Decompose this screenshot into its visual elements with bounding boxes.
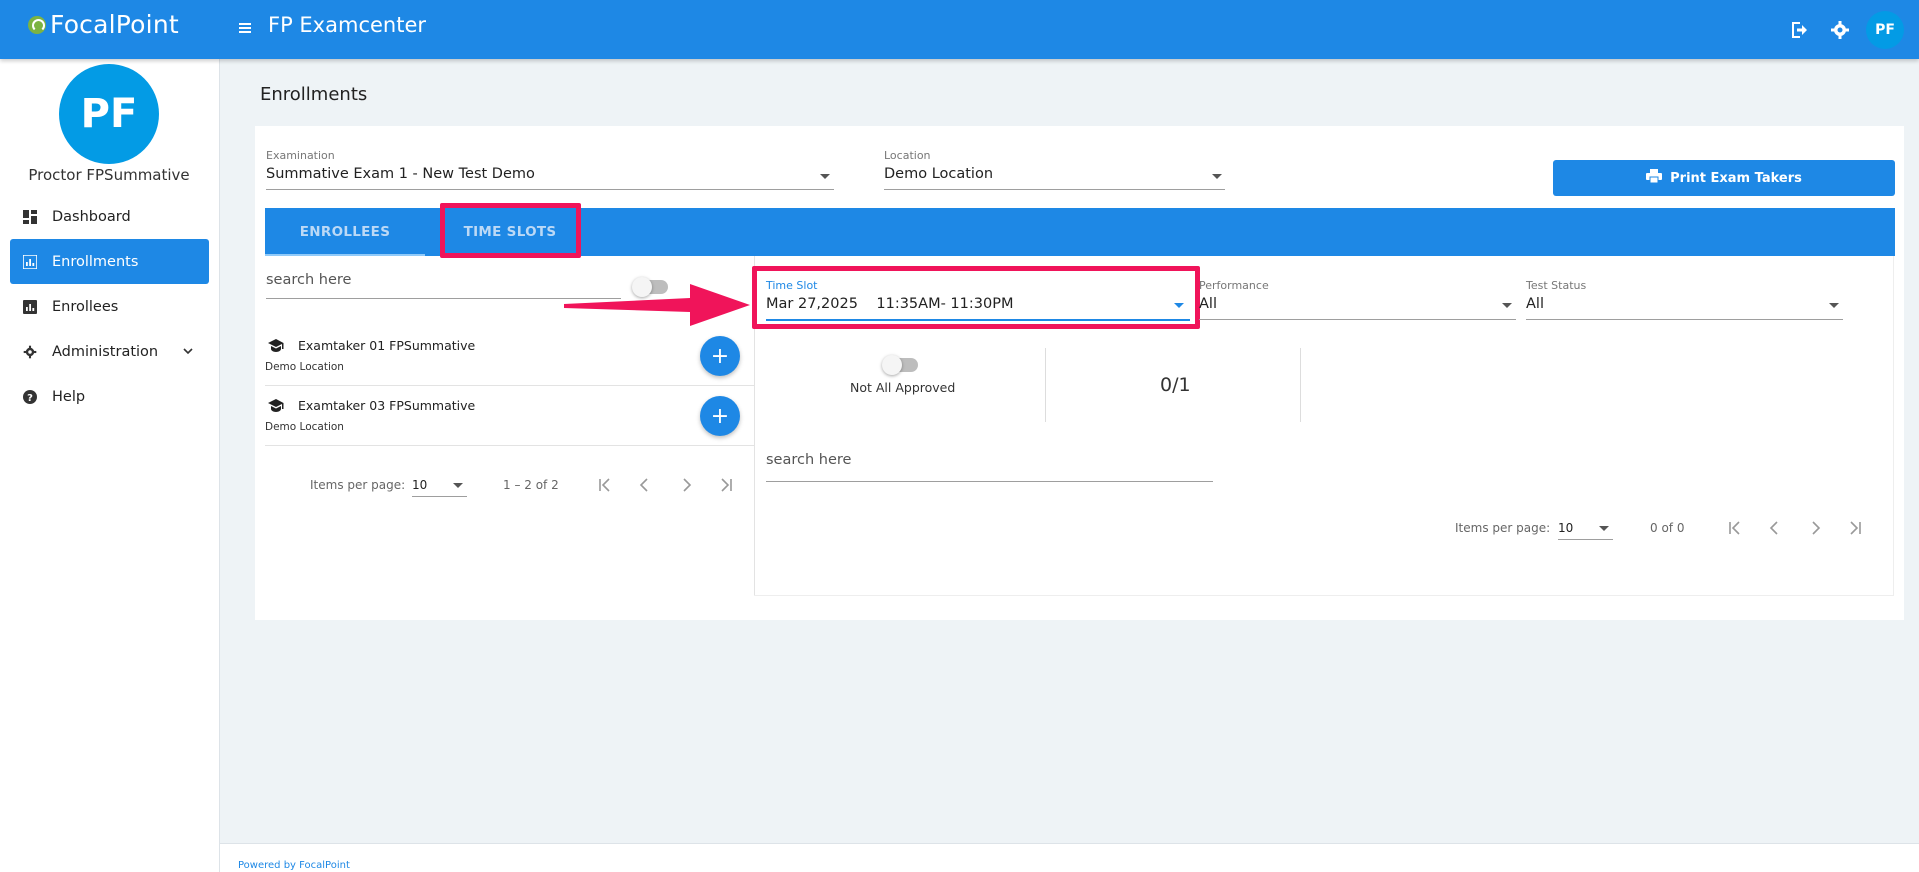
items-per-page-underline [1558,539,1613,540]
sidebar-item-label: Enrollments [52,253,139,270]
profile-name: Proctor FPSummative [28,166,190,184]
test-status-select[interactable]: All [1526,296,1544,312]
brand[interactable]: FocalPoint [28,10,179,39]
graduation-cap-icon [268,338,284,357]
sidebar-item-administration[interactable]: Administration [10,329,209,374]
location-select[interactable]: Demo Location [884,166,993,182]
sidebar-item-enrollments[interactable]: Enrollments [10,239,209,284]
print-exam-takers-button[interactable]: Print Exam Takers [1553,160,1895,196]
sidebar: PF Proctor FPSummative [0,59,220,872]
examination-label: Examination [266,149,335,162]
enrollee-name: Examtaker 03 FPSummative [298,398,476,413]
top-app-bar: FocalPoint FP Examcenter PF [0,0,1919,59]
dashboard-icon [22,209,38,225]
help-icon: ? [22,389,38,405]
sidebar-item-label: Enrollees [52,298,119,315]
items-per-page-dropdown-icon[interactable] [453,483,463,488]
app-title: FP Examcenter [268,13,427,37]
stat-divider [1300,348,1301,422]
enrollee-location: Demo Location [265,421,344,433]
sidebar-item-label: Help [52,388,86,405]
bar-chart-icon [22,299,38,315]
search-underline [766,481,1213,482]
items-per-page-label: Items per page: [1455,521,1551,535]
examination-select[interactable]: Summative Exam 1 - New Test Demo [266,166,535,182]
approval-count: 0/1 [1160,374,1191,396]
sidebar-item-label: Dashboard [52,208,131,225]
first-page-icon[interactable] [595,475,615,495]
time-slot-highlight [752,266,1200,329]
range-label: 1 – 2 of 2 [503,478,559,492]
range-label: 0 of 0 [1650,521,1685,535]
enrollee-location: Demo Location [265,361,344,373]
sidebar-item-dashboard[interactable]: Dashboard [10,194,209,239]
items-per-page-dropdown-icon[interactable] [1599,526,1609,531]
svg-text:?: ? [27,393,33,404]
footer: Powered by FocalPoint [220,843,1919,872]
first-page-icon[interactable] [1725,518,1745,538]
examination-underline [266,189,834,190]
user-avatar[interactable]: PF [1866,10,1904,49]
location-dropdown-icon[interactable] [1212,174,1222,179]
right-panel-bottom-border [754,595,1894,596]
items-per-page-select[interactable]: 10 [1558,521,1573,535]
logout-icon[interactable] [1788,18,1812,42]
previous-page-icon[interactable] [1765,518,1785,538]
printer-icon [1646,169,1663,187]
focalpoint-logo-icon [28,15,46,34]
profile-avatar: PF [59,64,159,164]
print-button-label: Print Exam Takers [1670,170,1802,186]
add-enrollee-button[interactable]: + [700,336,740,376]
list-item: Examtaker 01 FPSummative Demo Location + [265,326,754,386]
location-underline [884,189,1225,190]
performance-select[interactable]: All [1199,296,1217,312]
list-item: Examtaker 03 FPSummative Demo Location + [265,386,754,446]
tab-enrollees[interactable]: ENROLLEES [265,208,425,256]
sidebar-item-enrollees[interactable]: Enrollees [10,284,209,329]
items-per-page-select[interactable]: 10 [412,478,427,492]
approval-status-label: Not All Approved [850,380,956,395]
annotation-arrow [564,284,750,326]
stat-divider [1045,348,1046,422]
gear-icon[interactable] [1828,18,1852,42]
sidebar-item-help[interactable]: ? Help [10,374,209,419]
toggle-knob [882,355,902,375]
performance-dropdown-icon[interactable] [1502,303,1512,308]
gear-icon [22,344,38,360]
graduation-cap-icon [268,398,284,417]
right-panel-border [1893,256,1894,596]
location-label: Location [884,149,931,162]
next-page-icon[interactable] [1805,518,1825,538]
last-page-icon[interactable] [716,475,736,495]
brand-name: FocalPoint [50,10,179,39]
add-enrollee-button[interactable]: + [700,396,740,436]
performance-underline [1199,319,1516,320]
performance-label: Performance [1199,279,1269,292]
items-per-page-underline [412,496,467,497]
approval-toggle[interactable] [882,355,918,375]
enrollee-search-input[interactable]: search here [266,272,351,288]
enrollee-name: Examtaker 01 FPSummative [298,338,476,353]
next-page-icon[interactable] [676,475,696,495]
time-slots-tab-highlight [440,203,581,258]
chevron-down-icon[interactable] [183,344,193,360]
last-page-icon[interactable] [1845,518,1865,538]
test-status-dropdown-icon[interactable] [1829,303,1839,308]
test-status-label: Test Status [1526,279,1587,292]
sidebar-nav: Dashboard Enrollments Enrollees Administ… [10,194,209,419]
footer-powered-by[interactable]: Powered by FocalPoint [238,860,350,871]
bar-chart-icon [22,254,38,270]
items-per-page-label: Items per page: [310,478,406,492]
test-status-underline [1526,319,1843,320]
previous-page-icon[interactable] [635,475,655,495]
sidebar-item-label: Administration [52,343,159,360]
time-slot-search-input[interactable]: search here [766,452,851,468]
page-title: Enrollments [260,84,368,105]
examination-dropdown-icon[interactable] [820,174,830,179]
menu-icon[interactable] [236,18,256,38]
